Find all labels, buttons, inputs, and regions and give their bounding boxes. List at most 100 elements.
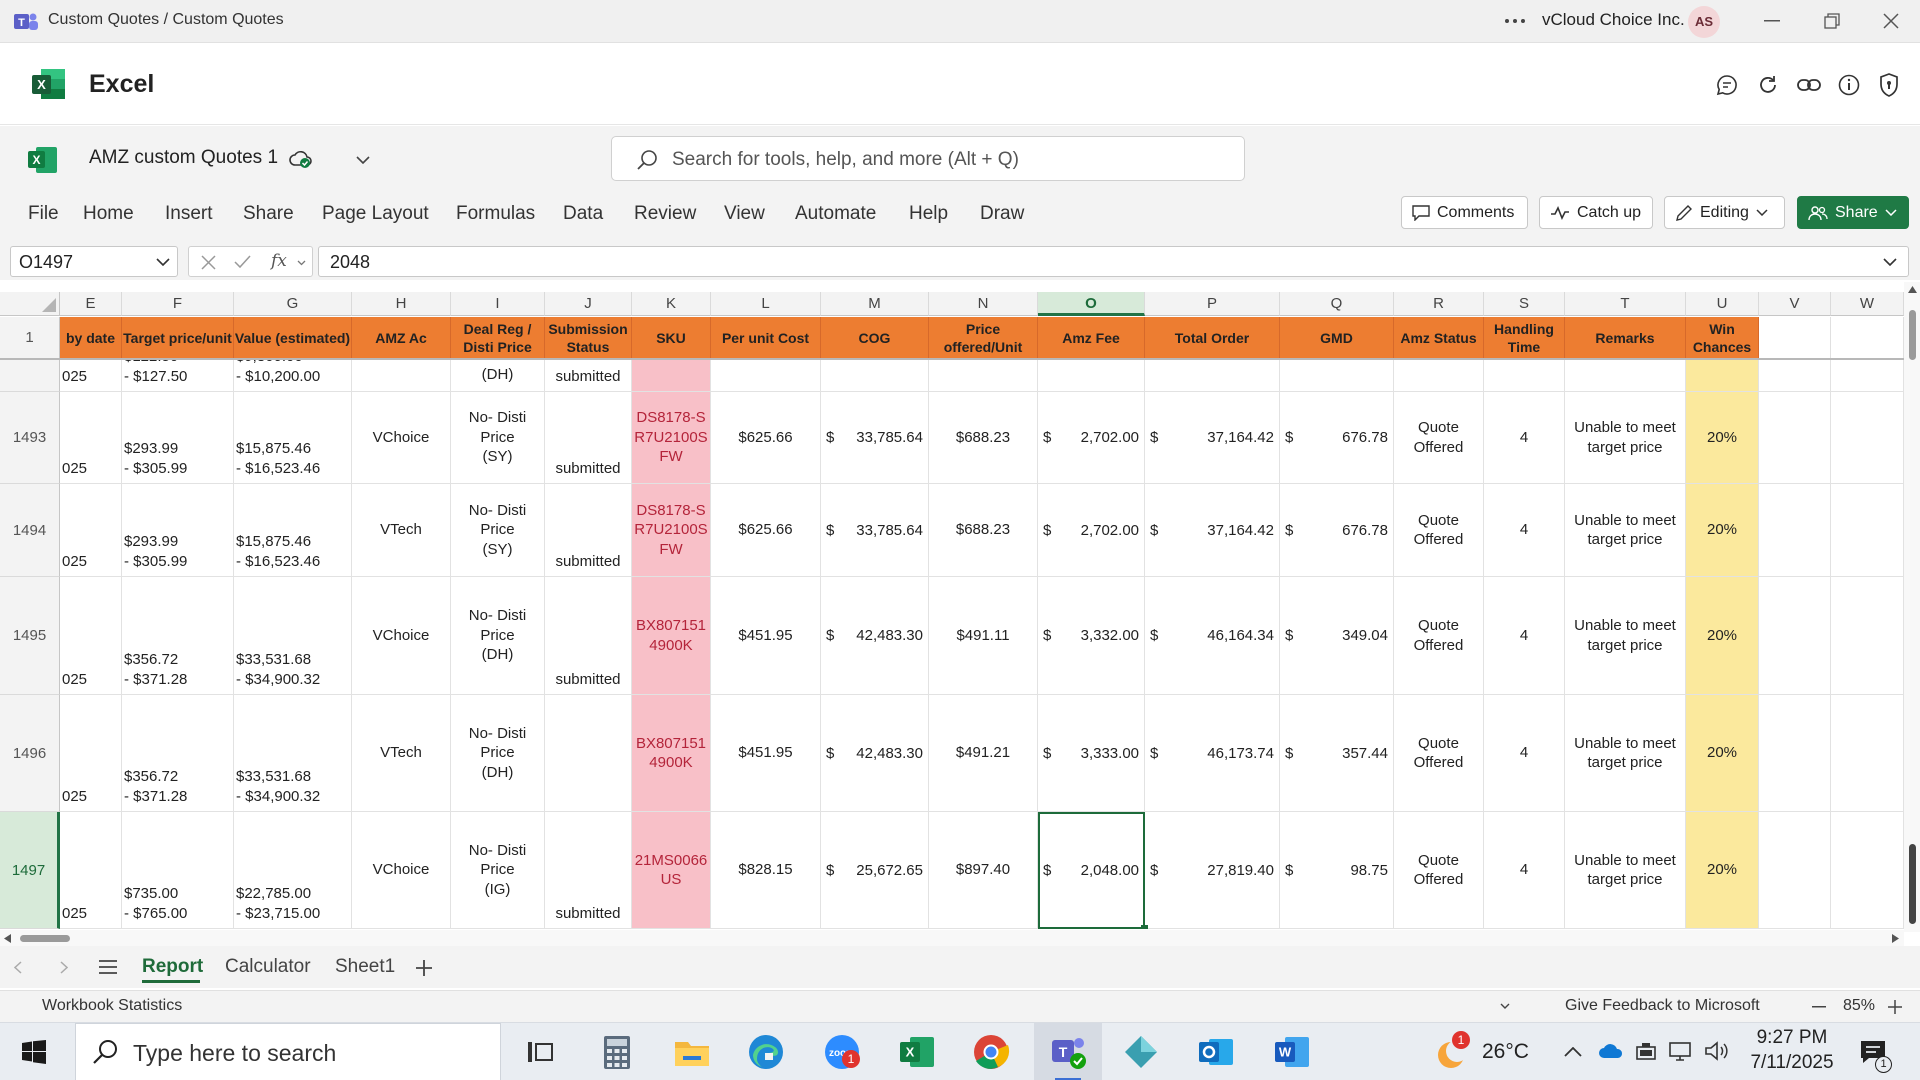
- horizontal-scrollbar[interactable]: [0, 930, 1904, 946]
- cell-u-1496[interactable]: 20%: [1686, 695, 1759, 812]
- previous-sheet-icon[interactable]: [14, 961, 22, 974]
- cell-q-1496[interactable]: $357.44: [1280, 695, 1394, 812]
- cell-o-partial[interactable]: [1038, 359, 1145, 392]
- cell-s-1495[interactable]: 4: [1484, 577, 1565, 695]
- header-cell-r[interactable]: Amz Status: [1394, 317, 1484, 359]
- empty-cell[interactable]: [1759, 695, 1831, 812]
- cell-q-1497[interactable]: $98.75: [1280, 812, 1394, 929]
- empty-cell[interactable]: [1831, 695, 1904, 812]
- cell-h-partial[interactable]: [352, 359, 451, 392]
- cell-i-1493[interactable]: No- Disti Price (SY): [451, 392, 545, 484]
- teams-taskbar-icon[interactable]: T: [1047, 1031, 1089, 1073]
- cell-r-1496[interactable]: Quote Offered: [1394, 695, 1484, 812]
- calculator-icon[interactable]: [596, 1031, 638, 1073]
- empty-header-cell[interactable]: [1831, 317, 1904, 359]
- cell-u-1494[interactable]: 20%: [1686, 484, 1759, 577]
- cell-s-1496[interactable]: 4: [1484, 695, 1565, 812]
- sheet-tab-sheet1[interactable]: Sheet1: [335, 956, 395, 978]
- cell-k-partial[interactable]: [632, 359, 711, 392]
- cell-i-1495[interactable]: No- Disti Price (DH): [451, 577, 545, 695]
- chevron-down-icon[interactable]: [297, 260, 306, 266]
- cell-g-1493[interactable]: $15,875.46 - $16,523.46: [234, 392, 352, 484]
- menu-file[interactable]: File: [28, 203, 59, 225]
- column-header-k[interactable]: K: [632, 292, 711, 316]
- zoom-level[interactable]: 85%: [1843, 997, 1875, 1015]
- add-sheet-icon[interactable]: [416, 960, 432, 976]
- cell-f-1495[interactable]: $356.72 - $371.28: [122, 577, 234, 695]
- info-icon[interactable]: [1837, 73, 1861, 97]
- cell-h-1496[interactable]: VTech: [352, 695, 451, 812]
- cell-e-partial[interactable]: 025: [60, 359, 122, 392]
- header-cell-f[interactable]: Target price/unit: [122, 317, 234, 359]
- header-cell-q[interactable]: GMD: [1280, 317, 1394, 359]
- cell-t-1495[interactable]: Unable to meet target price: [1565, 577, 1686, 695]
- cell-i-1496[interactable]: No- Disti Price (DH): [451, 695, 545, 812]
- cell-k-1495[interactable]: BX807151 4900K: [632, 577, 711, 695]
- cell-n-partial[interactable]: [929, 359, 1038, 392]
- header-cell-j[interactable]: Submission Status: [545, 317, 632, 359]
- document-name[interactable]: AMZ custom Quotes 1: [89, 147, 278, 169]
- cell-e-1496[interactable]: 025: [60, 695, 122, 812]
- cell-t-1494[interactable]: Unable to meet target price: [1565, 484, 1686, 577]
- cell-r-1495[interactable]: Quote Offered: [1394, 577, 1484, 695]
- cell-g-1497[interactable]: $22,785.00 - $23,715.00: [234, 812, 352, 929]
- column-header-e[interactable]: E: [60, 292, 122, 316]
- function-icon[interactable]: fx: [271, 251, 287, 271]
- column-header-i[interactable]: I: [451, 292, 545, 316]
- cell-u-1497[interactable]: 20%: [1686, 812, 1759, 929]
- cell-h-1495[interactable]: VChoice: [352, 577, 451, 695]
- link-icon[interactable]: [1796, 73, 1822, 97]
- word-icon[interactable]: W: [1271, 1031, 1313, 1073]
- battery-icon[interactable]: [1634, 1041, 1658, 1061]
- cancel-icon[interactable]: [201, 255, 216, 270]
- cell-n-1495[interactable]: $491.11: [929, 577, 1038, 695]
- row-header-1493[interactable]: 1493: [0, 392, 60, 484]
- menu-home[interactable]: Home: [83, 203, 134, 225]
- cell-p-1494[interactable]: $37,164.42: [1145, 484, 1280, 577]
- cell-t-1497[interactable]: Unable to meet target price: [1565, 812, 1686, 929]
- edge-icon[interactable]: [745, 1031, 787, 1073]
- zoom-in-icon[interactable]: [1888, 1000, 1902, 1014]
- cell-h-1497[interactable]: VChoice: [352, 812, 451, 929]
- column-header-l[interactable]: L: [711, 292, 821, 316]
- cell-f-1494[interactable]: $293.99 - $305.99: [122, 484, 234, 577]
- expand-formula-icon[interactable]: [1883, 258, 1897, 266]
- cell-i-1497[interactable]: No- Disti Price (IG): [451, 812, 545, 929]
- cell-j-1493[interactable]: submitted: [545, 392, 632, 484]
- header-cell-k[interactable]: SKU: [632, 317, 711, 359]
- menu-insert[interactable]: Insert: [165, 203, 213, 225]
- cell-l-1495[interactable]: $451.95: [711, 577, 821, 695]
- column-header-r[interactable]: R: [1394, 292, 1484, 316]
- cell-j-1496[interactable]: [545, 695, 632, 812]
- menu-page-layout[interactable]: Page Layout: [322, 203, 429, 225]
- cell-g-1494[interactable]: $15,875.46 - $16,523.46: [234, 484, 352, 577]
- cell-e-1493[interactable]: 025: [60, 392, 122, 484]
- cell-m-1496[interactable]: $42,483.30: [821, 695, 929, 812]
- sheet-tab-calculator[interactable]: Calculator: [225, 956, 311, 978]
- empty-cell[interactable]: [1759, 359, 1831, 392]
- column-header-p[interactable]: P: [1145, 292, 1280, 316]
- cell-f-1497[interactable]: $735.00 - $765.00: [122, 812, 234, 929]
- cell-u-1495[interactable]: 20%: [1686, 577, 1759, 695]
- shield-icon[interactable]: [1878, 72, 1900, 98]
- active-cell-selection[interactable]: [1038, 812, 1145, 929]
- close-icon[interactable]: [1883, 13, 1899, 29]
- cell-o-1495[interactable]: $3,332.00: [1038, 577, 1145, 695]
- cell-m-1497[interactable]: $25,672.65: [821, 812, 929, 929]
- header-cell-t[interactable]: Remarks: [1565, 317, 1686, 359]
- cell-e-1495[interactable]: 025: [60, 577, 122, 695]
- header-cell-p[interactable]: Total Order: [1145, 317, 1280, 359]
- cell-p-1495[interactable]: $46,164.34: [1145, 577, 1280, 695]
- cell-g-partial[interactable]: $9,800.00 - $10,200.00: [234, 359, 352, 392]
- cell-p-1493[interactable]: $37,164.42: [1145, 392, 1280, 484]
- empty-cell[interactable]: [1759, 392, 1831, 484]
- cell-e-1497[interactable]: 025: [60, 812, 122, 929]
- cell-k-1493[interactable]: DS8178-S R7U2100S FW: [632, 392, 711, 484]
- header-cell-l[interactable]: Per unit Cost: [711, 317, 821, 359]
- cell-s-1497[interactable]: 4: [1484, 812, 1565, 929]
- empty-cell[interactable]: [1831, 392, 1904, 484]
- chevron-up-icon[interactable]: [1564, 1047, 1582, 1057]
- menu-share[interactable]: Share: [243, 203, 294, 225]
- menu-formulas[interactable]: Formulas: [456, 203, 535, 225]
- cell-m-1495[interactable]: $42,483.30: [821, 577, 929, 695]
